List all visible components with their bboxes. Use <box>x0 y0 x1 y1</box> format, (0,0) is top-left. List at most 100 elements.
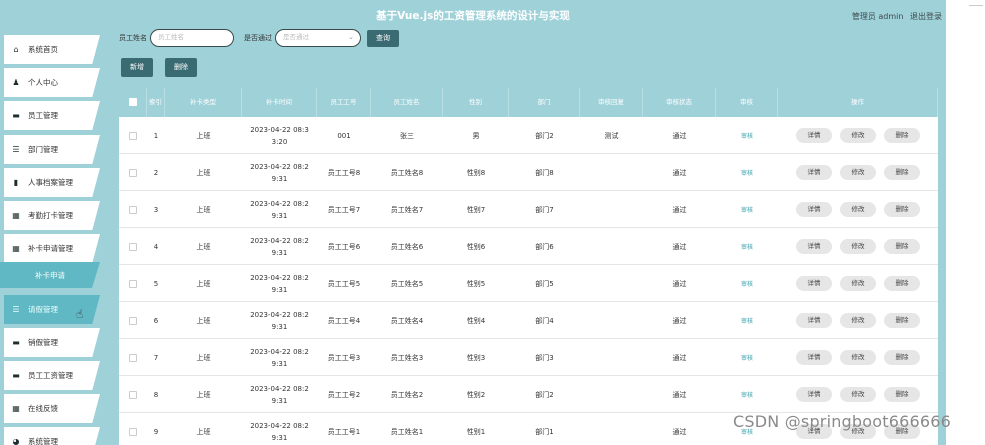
cell-gender: 性别4 <box>466 316 486 325</box>
row-checkbox[interactable] <box>129 279 137 288</box>
bulk-delete-button[interactable]: 删除 <box>165 58 197 77</box>
sidebar-item[interactable]: ♟ 个人中心 <box>4 68 100 97</box>
sidebar-item-label: 人事档案管理 <box>28 178 73 187</box>
cell-type: 上班 <box>196 205 211 214</box>
sidebar-item[interactable]: ☰ 请假管理 <box>4 295 100 324</box>
delete-button[interactable]: 删除 <box>884 350 920 365</box>
delete-button[interactable]: 删除 <box>884 239 920 254</box>
name-search-input[interactable]: 员工姓名 <box>150 29 234 47</box>
delete-button[interactable]: 删除 <box>884 387 920 402</box>
row-checkbox-cell <box>119 154 147 191</box>
row-checkbox[interactable] <box>129 390 137 399</box>
sidebar-item-label: 员工工资管理 <box>28 371 73 380</box>
column-header: 索引 <box>147 88 165 117</box>
detail-button[interactable]: 详情 <box>796 350 832 365</box>
sidebar-item[interactable]: ◕ 系统管理 <box>4 427 100 445</box>
home-icon: ⌂ <box>13 45 19 54</box>
pass-filter-label: 是否通过 <box>244 34 272 42</box>
pass-filter-select[interactable]: 是否通过 ⌄ <box>275 29 361 47</box>
cell-dept: 部门5 <box>535 279 554 288</box>
query-button[interactable]: 查询 <box>367 29 399 47</box>
edit-button[interactable]: 修改 <box>840 313 876 328</box>
cell-operations: 详情 修改 删除 <box>778 154 938 191</box>
audit-link[interactable]: 审核 <box>741 390 753 399</box>
detail-button[interactable]: 详情 <box>796 313 832 328</box>
briefcase-icon: ▬ <box>12 111 20 120</box>
detail-button[interactable]: 详情 <box>796 165 832 180</box>
sidebar-item-label: 销假管理 <box>28 338 58 347</box>
cell-status: 通过 <box>672 316 687 325</box>
cell-time: 2023-04-22 08:2 9:31 <box>242 228 317 265</box>
cell-type: 上班 <box>196 427 211 436</box>
row-checkbox[interactable] <box>129 131 137 140</box>
select-all-checkbox[interactable] <box>128 98 137 106</box>
cell-reply <box>580 228 643 265</box>
cell-time: 2023-04-22 08:2 9:31 <box>242 191 317 228</box>
cell-time: 2023-04-22 08:2 9:31 <box>242 154 317 191</box>
cell-reply <box>580 413 643 445</box>
sidebar-item[interactable]: ⌂ 系统首页 <box>4 35 100 64</box>
audit-link[interactable]: 审核 <box>741 168 753 177</box>
sidebar-item[interactable]: ▬ 员工工资管理 <box>4 361 100 390</box>
row-checkbox[interactable] <box>129 242 137 251</box>
delete-button[interactable]: 删除 <box>884 276 920 291</box>
sidebar-item[interactable]: 补卡申请 <box>0 262 100 288</box>
audit-link[interactable]: 审核 <box>741 242 753 251</box>
audit-link[interactable]: 审核 <box>741 279 753 288</box>
detail-button[interactable]: 详情 <box>796 202 832 217</box>
sidebar-item[interactable]: ▦ 考勤打卡管理 <box>4 201 100 230</box>
detail-button[interactable]: 详情 <box>796 239 832 254</box>
detail-button[interactable]: 详情 <box>796 276 832 291</box>
pass-filter-placeholder: 是否通过 <box>283 33 309 41</box>
cell-status: 通过 <box>672 279 687 288</box>
sidebar-item[interactable]: ▮ 人事档案管理 <box>4 168 100 197</box>
edit-button[interactable]: 修改 <box>840 202 876 217</box>
cell-name: 员工姓名3 <box>390 353 424 362</box>
cell-dept: 部门1 <box>535 427 554 436</box>
cell-audit: 审核 <box>716 265 778 302</box>
cell-audit: 审核 <box>716 376 778 413</box>
delete-button[interactable]: 删除 <box>884 128 920 143</box>
cell-reply <box>580 265 643 302</box>
cell-emp-no: 员工工号2 <box>327 390 361 399</box>
audit-link[interactable]: 审核 <box>741 353 753 362</box>
row-checkbox[interactable] <box>129 205 137 214</box>
edit-button[interactable]: 修改 <box>840 165 876 180</box>
audit-link[interactable]: 审核 <box>741 205 753 214</box>
edit-button[interactable]: 修改 <box>840 387 876 402</box>
delete-button[interactable]: 删除 <box>884 202 920 217</box>
sidebar-item[interactable]: ☰ 部门管理 <box>4 135 100 164</box>
column-header: 补卡类型 <box>165 88 242 117</box>
row-checkbox[interactable] <box>129 427 137 436</box>
delete-button[interactable]: 删除 <box>884 165 920 180</box>
audit-link[interactable]: 审核 <box>741 131 753 140</box>
sidebar-item-label: 员工管理 <box>28 111 58 120</box>
row-checkbox[interactable] <box>129 168 137 177</box>
sidebar-item[interactable]: ▦ 补卡申请管理 <box>4 234 100 263</box>
sidebar-item[interactable]: ▬ 销假管理 <box>4 328 100 357</box>
cell-status: 通过 <box>672 427 687 436</box>
search-bar: 员工姓名 员工姓名 是否通过 是否通过 ⌄ 查询 <box>119 29 399 47</box>
row-checkbox[interactable] <box>129 316 137 325</box>
edit-button[interactable]: 修改 <box>840 239 876 254</box>
cell-status: 通过 <box>672 205 687 214</box>
add-button[interactable]: 新增 <box>121 58 153 77</box>
table-row: 7 上班 2023-04-22 08:2 9:31 员工工号3 员工姓名3 性别3 部门3 通过… <box>119 339 938 376</box>
row-checkbox-cell <box>119 228 147 265</box>
row-checkbox[interactable] <box>129 353 137 362</box>
sidebar-item[interactable]: ▦ 在线反馈 <box>4 394 100 423</box>
column-header: 审核 <box>716 88 778 117</box>
logout-link[interactable]: 退出登录 <box>910 12 942 21</box>
edit-button[interactable]: 修改 <box>840 128 876 143</box>
column-header: 补卡时间 <box>242 88 317 117</box>
row-checkbox-cell <box>119 376 147 413</box>
edit-button[interactable]: 修改 <box>840 350 876 365</box>
detail-button[interactable]: 详情 <box>796 128 832 143</box>
delete-button[interactable]: 删除 <box>884 313 920 328</box>
audit-link[interactable]: 审核 <box>741 316 753 325</box>
detail-button[interactable]: 详情 <box>796 387 832 402</box>
sidebar-item-label: 部门管理 <box>28 145 58 154</box>
edit-button[interactable]: 修改 <box>840 276 876 291</box>
sidebar-item[interactable]: ▬ 员工管理 <box>4 101 100 130</box>
cell-time: 2023-04-22 08:3 3:20 <box>242 117 317 154</box>
